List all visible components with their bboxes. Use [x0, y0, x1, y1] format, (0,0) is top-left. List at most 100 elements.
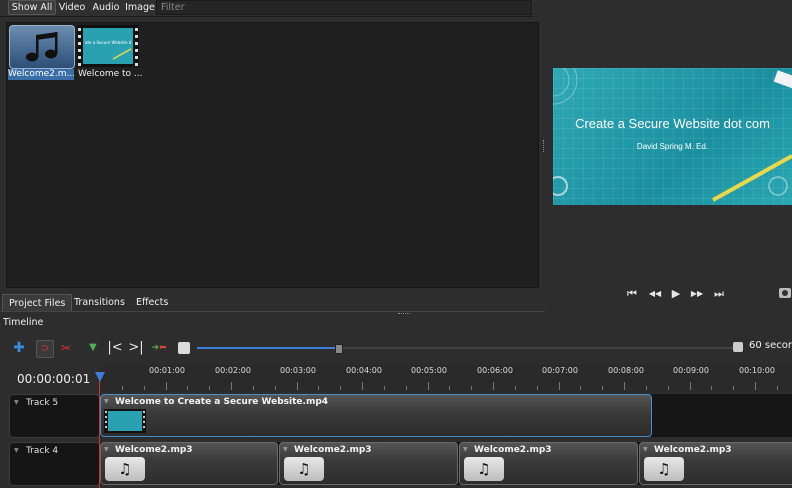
show-all-button[interactable]: Show All [8, 0, 56, 15]
ruler-label: 00:04:00 [346, 366, 382, 375]
ruler-tick [580, 386, 582, 390]
rewind-icon[interactable]: ◀◀ [647, 287, 663, 301]
camera-icon[interactable] [779, 288, 791, 298]
audio-clip[interactable]: ▼ Welcome2.mp3 ♫ [639, 442, 792, 485]
timeline-toolbar: ✚ ⊃ ✂ ▼ |< >| ➜⬅ 60 seconds [0, 336, 792, 360]
audio-file-label[interactable]: Welcome2.m... [8, 69, 74, 80]
ruler-tick [231, 382, 232, 390]
clip-menu-icon[interactable]: ▼ [104, 398, 109, 405]
track-4-header[interactable]: ▼ Track 4 [9, 442, 100, 486]
center-playhead-icon[interactable]: ➜⬅ [150, 340, 168, 356]
clip-menu-icon[interactable]: ▼ [463, 446, 468, 453]
preview-title: Create a Secure Website dot com [575, 116, 770, 131]
track-name: Track 5 [26, 398, 59, 408]
zoom-slider[interactable] [197, 344, 737, 354]
video-filter-button[interactable]: Video [58, 0, 86, 15]
jump-start-icon[interactable]: ⏮ [624, 287, 640, 301]
ruler-label: 00:05:00 [411, 366, 447, 375]
zoom-in-icon[interactable] [733, 342, 743, 352]
ruler-tick [362, 382, 363, 390]
ruler-label: 00:03:00 [280, 366, 316, 375]
track-5-header[interactable]: ▼ Track 5 [9, 394, 100, 438]
ruler-tick [558, 382, 560, 390]
ruler-tick [645, 386, 647, 390]
ruler-tick [624, 382, 625, 390]
tab-divider [0, 311, 545, 312]
track-collapse-icon[interactable]: ▼ [14, 447, 19, 454]
preview-subtitle: David Spring M. Ed. [636, 142, 709, 151]
tab-transitions[interactable]: Transitions [68, 294, 131, 311]
ruler-tick [427, 382, 429, 390]
filter-bar: Show All Video Audio Image Filter [0, 0, 534, 17]
ruler-tick [165, 382, 167, 390]
music-note-icon: ♫ [464, 457, 504, 481]
audio-clip[interactable]: ▼ Welcome2.mp3 ♫ [100, 442, 278, 485]
magnet-snap-icon[interactable]: ⊃ [36, 340, 54, 358]
music-note-icon: ♫ [644, 457, 684, 481]
timeline-title: Timeline [3, 317, 44, 328]
clip-menu-icon[interactable]: ▼ [104, 446, 109, 453]
clip-title: Welcome2.mp3 [115, 445, 193, 455]
ruler-tick [340, 386, 342, 390]
video-thumb-text: ate a Secure Website dot c [85, 40, 131, 45]
tab-effects[interactable]: Effects [130, 294, 174, 311]
video-file-thumbnail[interactable]: ate a Secure Website dot c [77, 25, 139, 67]
music-note-icon: ♫ [284, 457, 324, 481]
clip-title: Welcome2.mp3 [654, 445, 732, 455]
filter-input[interactable]: Filter [156, 0, 532, 15]
add-marker-icon[interactable]: ▼ [86, 340, 100, 356]
ruler-tick [383, 386, 385, 390]
ruler-tick [514, 386, 516, 390]
zoom-out-icon[interactable] [178, 342, 190, 354]
playhead-line[interactable] [99, 372, 100, 488]
ruler-tick [602, 386, 604, 390]
jump-end-icon[interactable]: ⏭ [711, 287, 727, 301]
ruler-tick [209, 386, 211, 390]
play-icon[interactable]: ▶ [669, 287, 683, 301]
splitter-handle[interactable] [398, 313, 410, 316]
timecode-display: 00:00:00:01 [17, 372, 91, 386]
video-clip-thumbnail [104, 409, 146, 433]
tab-project-files[interactable]: Project Files [2, 294, 73, 312]
previous-marker-icon[interactable]: |< [107, 340, 123, 356]
ruler-tick [471, 386, 473, 390]
ruler-label: 00:10:00 [739, 366, 775, 375]
audio-clip[interactable]: ▼ Welcome2.mp3 ♫ [279, 442, 458, 485]
playhead-handle[interactable] [95, 372, 105, 382]
music-note-icon [26, 32, 58, 62]
clip-title: Welcome to Create a Secure Website.mp4 [115, 397, 329, 407]
ruler-label: 00:01:00 [149, 366, 185, 375]
track-collapse-icon[interactable]: ▼ [14, 399, 19, 406]
ruler-tick [318, 386, 320, 390]
preview-decorations [553, 68, 792, 202]
next-marker-icon[interactable]: >| [128, 340, 144, 356]
ruler-label: 00:08:00 [608, 366, 644, 375]
add-track-icon[interactable]: ✚ [12, 340, 26, 356]
clip-menu-icon[interactable]: ▼ [643, 446, 648, 453]
ruler-tick [187, 386, 189, 390]
video-preview: Create a Secure Website dot com David Sp… [553, 68, 792, 205]
razor-icon[interactable]: ✂ [59, 340, 73, 356]
zoom-slider-handle[interactable] [335, 344, 343, 354]
ruler-tick [667, 386, 669, 390]
ruler-tick [143, 386, 145, 390]
project-files-panel: Welcome2.m... ate a Secure Website dot c… [6, 22, 539, 288]
fast-forward-icon[interactable]: ▶▶ [689, 287, 705, 301]
timeline-ruler[interactable]: 00:01:00 00:02:00 00:03:00 00:04:00 00:0… [100, 364, 792, 392]
audio-file-thumbnail[interactable] [9, 25, 75, 69]
ruler-tick [296, 382, 298, 390]
ruler-tick [493, 382, 494, 390]
image-filter-button[interactable]: Image [125, 0, 155, 15]
clip-menu-icon[interactable]: ▼ [283, 446, 288, 453]
audio-clip[interactable]: ▼ Welcome2.mp3 ♫ [459, 442, 638, 485]
ruler-tick [733, 386, 735, 390]
video-file-label[interactable]: Welcome to ... [78, 69, 148, 80]
video-clip[interactable]: ▼ Welcome to Create a Secure Website.mp4 [100, 394, 652, 437]
film-strip-icon [77, 25, 139, 67]
ruler-tick [121, 386, 123, 390]
ruler-tick [252, 386, 254, 390]
ruler-tick [776, 386, 778, 390]
clip-title: Welcome2.mp3 [474, 445, 552, 455]
audio-filter-button[interactable]: Audio [90, 0, 122, 15]
vertical-splitter-handle[interactable] [543, 140, 546, 152]
